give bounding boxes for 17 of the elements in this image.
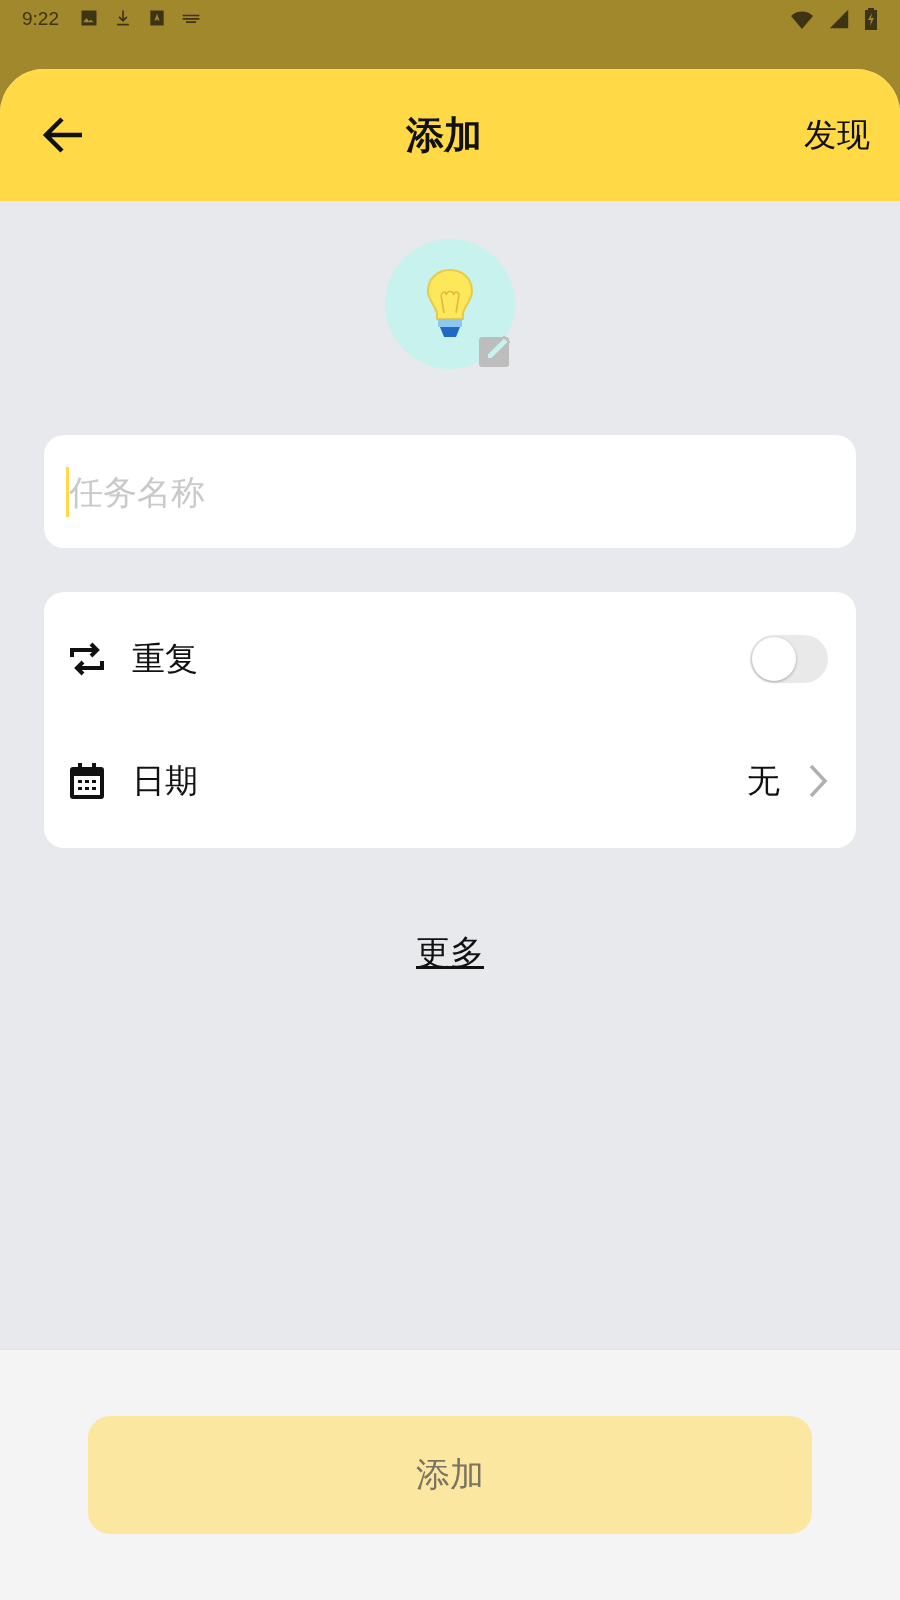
repeat-toggle[interactable]: [750, 635, 828, 683]
discover-link[interactable]: 发现: [804, 112, 870, 158]
text-icon: [147, 8, 167, 28]
image-icon: [79, 8, 99, 28]
status-time: 9:22: [22, 8, 59, 30]
chevron-right-icon[interactable]: [808, 764, 828, 798]
calendar-icon: [70, 763, 104, 799]
light-bulb-icon: [425, 268, 475, 340]
signal-icon: [828, 8, 850, 30]
date-label: 日期: [132, 759, 199, 802]
repeat-icon: [70, 641, 104, 677]
page-title: 添加: [406, 111, 482, 159]
back-icon[interactable]: [40, 115, 84, 155]
repeat-label: 重复: [132, 637, 199, 680]
date-value: 无: [747, 759, 780, 802]
battery-icon: [864, 8, 878, 30]
more-link[interactable]: 更多: [416, 930, 484, 976]
